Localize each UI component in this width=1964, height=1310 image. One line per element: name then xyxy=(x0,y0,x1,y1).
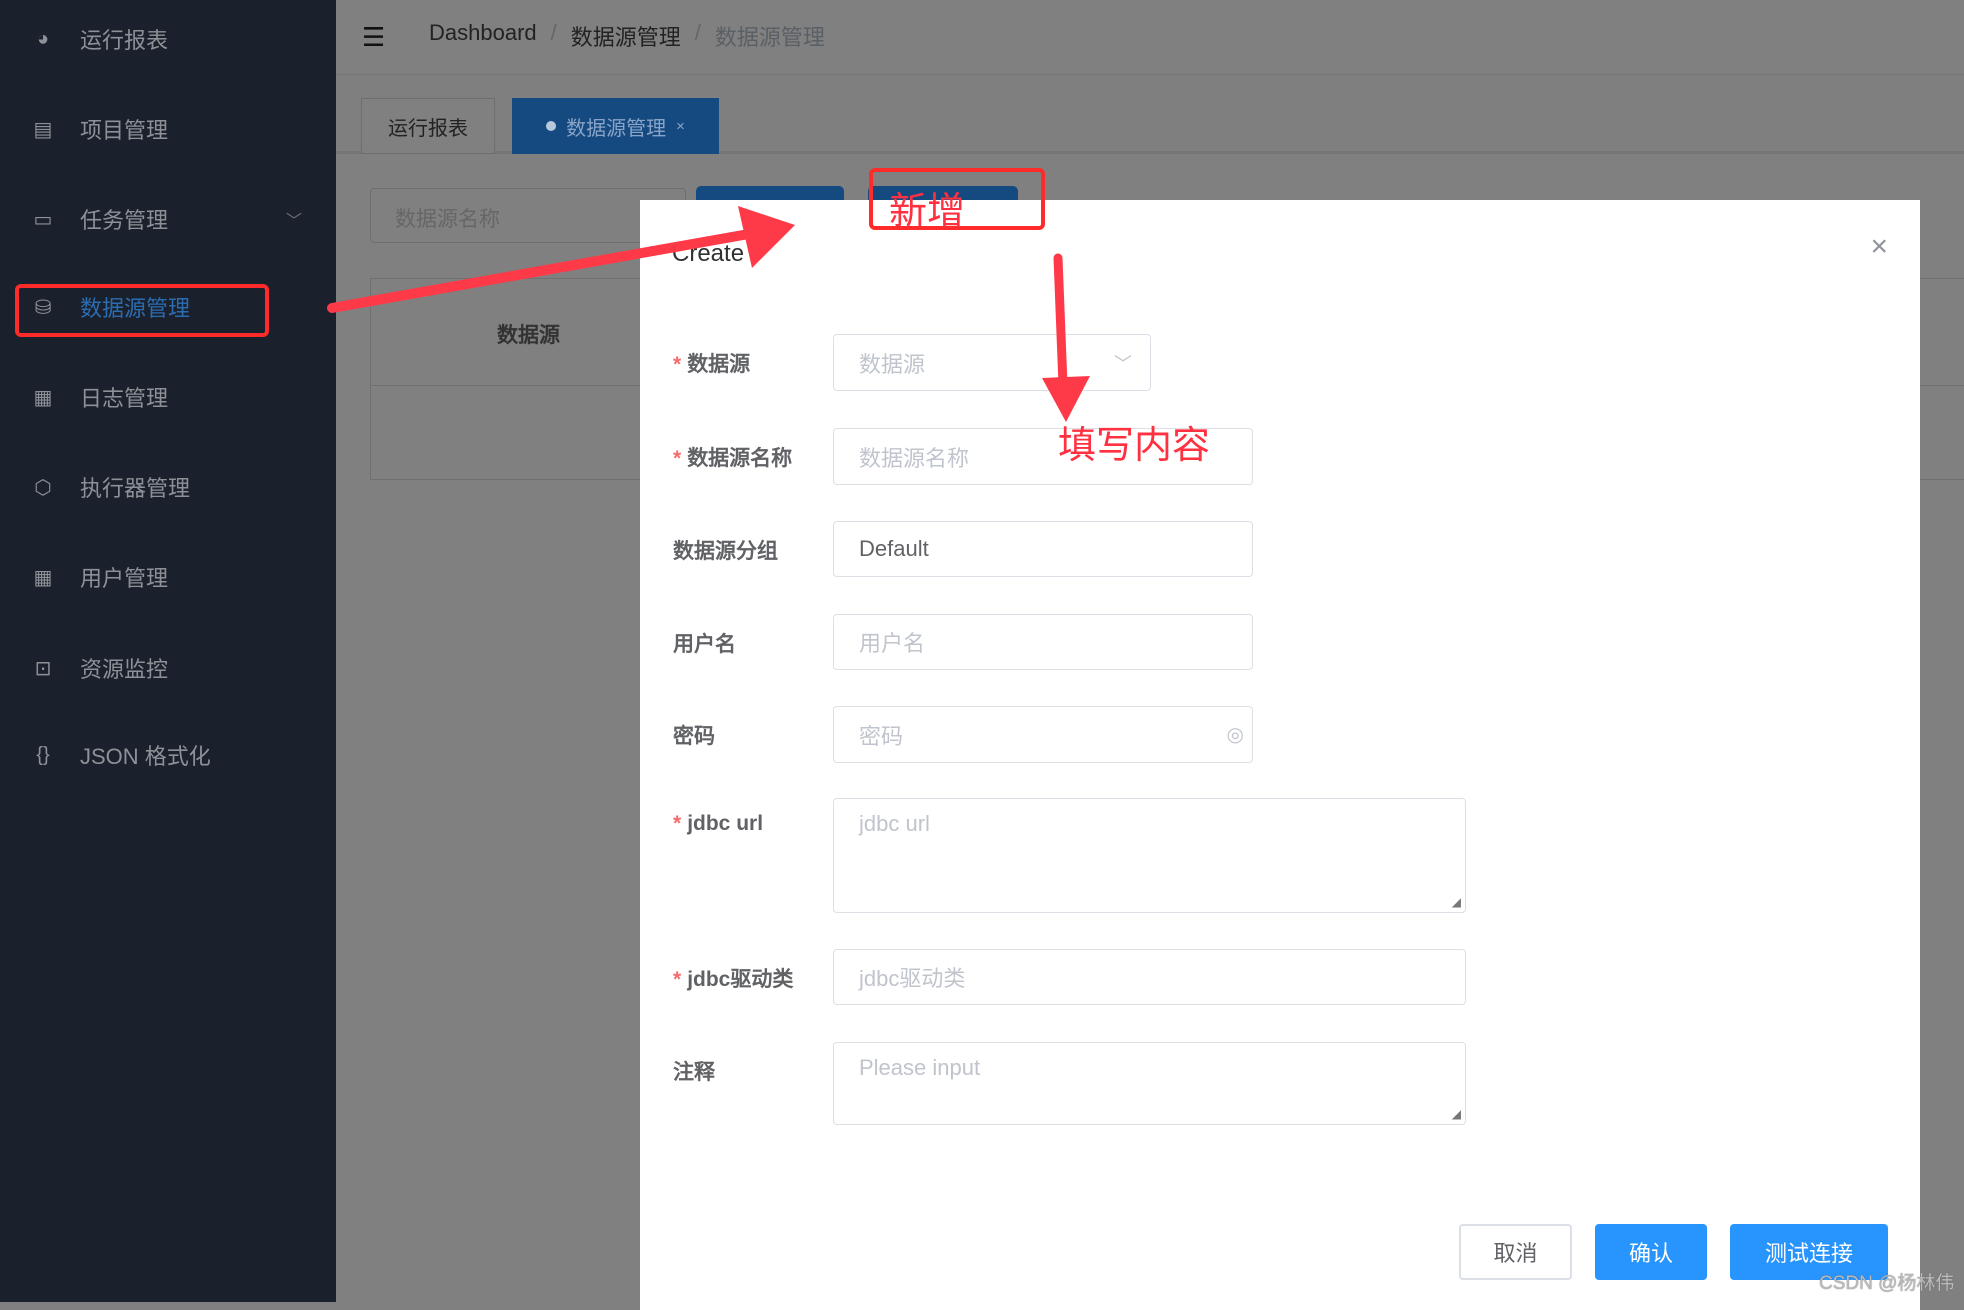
cancel-button[interactable]: 取消 xyxy=(1459,1224,1572,1280)
comment-textarea[interactable]: Please input ◢ xyxy=(833,1042,1466,1125)
label-group: 数据源分组 xyxy=(673,540,778,563)
jdbc-driver-input[interactable]: jdbc驱动类 xyxy=(833,949,1466,1005)
annotation-add: 新增 xyxy=(889,191,966,233)
label-username: 用户名 xyxy=(673,633,736,656)
monitor-resource-icon: ⊡ xyxy=(34,657,52,680)
sidebar-item-json[interactable]: {} JSON 格式化 xyxy=(0,725,336,785)
resize-handle-icon[interactable]: ◢ xyxy=(1452,895,1461,909)
tabs-bar: 运行报表 数据源管理 × xyxy=(336,76,1964,154)
document-icon: ▦ xyxy=(33,386,53,409)
sidebar-item-dashboard[interactable]: ◕ 运行报表 xyxy=(0,9,336,69)
close-icon[interactable]: × xyxy=(676,118,685,135)
resize-handle-icon[interactable]: ◢ xyxy=(1452,1107,1461,1121)
executor-icon: ⬡ xyxy=(34,476,52,499)
create-dialog: Create × * 数据源 数据源 ﹀ * 数据源名称 数据源名称 数据源分组 De… xyxy=(640,200,1920,1310)
breadcrumb-item: 数据源管理 xyxy=(714,25,825,50)
watermark: CSDN @杨林伟 xyxy=(1819,1273,1955,1294)
eye-icon[interactable]: ◎ xyxy=(1227,722,1244,747)
label-password: 密码 xyxy=(673,725,715,748)
group-input[interactable]: Default xyxy=(833,521,1253,577)
sidebar: ◕ 运行报表 ▤ 项目管理 ▭ 任务管理 ﹀ ⛁ 数据源管理 ▦ 日志管理 ⬡ 执行器管理 ▦… xyxy=(0,0,336,1302)
label-jdbc-url: * jdbc url xyxy=(673,812,764,835)
sidebar-item-executor[interactable]: ⬡ 执行器管理 xyxy=(0,457,336,517)
breadcrumb-item[interactable]: Dashboard xyxy=(429,20,537,52)
sidebar-item-user[interactable]: ▦ 用户管理 xyxy=(0,547,336,607)
confirm-button[interactable]: 确认 xyxy=(1595,1224,1707,1280)
label-jdbc-driver: * jdbc驱动类 xyxy=(673,968,794,991)
monitor-icon: ▭ xyxy=(33,208,53,231)
sidebar-item-task[interactable]: ▭ 任务管理 ﹀ xyxy=(0,189,336,249)
sidebar-item-project[interactable]: ▤ 项目管理 xyxy=(0,99,336,159)
chevron-down-icon: ﹀ xyxy=(1114,353,1132,374)
active-dot-icon xyxy=(546,121,557,131)
chevron-down-icon: ﹀ xyxy=(285,213,302,230)
tab-datasource[interactable]: 数据源管理 × xyxy=(512,98,719,154)
close-icon[interactable]: × xyxy=(1870,230,1888,264)
label-datasource: * 数据源 xyxy=(673,353,751,376)
tab-dashboard[interactable]: 运行报表 xyxy=(361,98,495,154)
project-icon: ▤ xyxy=(33,118,53,141)
annotation-fill: 填写内容 xyxy=(1058,425,1211,467)
username-input[interactable]: 用户名 xyxy=(833,614,1253,670)
label-datasource-name: * 数据源名称 xyxy=(673,447,793,470)
breadcrumb-item[interactable]: 数据源管理 xyxy=(571,20,681,52)
dashboard-icon: ◕ xyxy=(36,27,50,50)
table-header: 数据源 xyxy=(497,324,560,347)
search-input[interactable]: 数据源名称 xyxy=(370,188,686,243)
breadcrumb: Dashboard / 数据源管理 / 数据源管理 xyxy=(429,20,825,52)
sidebar-item-resource[interactable]: ⊡ 资源监控 xyxy=(0,638,336,698)
sidebar-item-log[interactable]: ▦ 日志管理 xyxy=(0,367,336,427)
menu-toggle-icon[interactable]: ☰ xyxy=(362,22,385,53)
grid-icon: ▦ xyxy=(33,566,53,589)
jdbc-url-textarea[interactable]: jdbc url ◢ xyxy=(833,798,1466,913)
datasource-select[interactable]: 数据源 ﹀ xyxy=(833,334,1151,391)
header: ☰ Dashboard / 数据源管理 / 数据源管理 xyxy=(336,0,1964,75)
dialog-title: Create xyxy=(672,240,745,267)
label-comment: 注释 xyxy=(673,1061,715,1084)
highlight-box-datasource xyxy=(15,284,269,337)
password-input[interactable]: 密码 ◎ xyxy=(833,706,1253,763)
braces-icon: {} xyxy=(36,743,50,766)
